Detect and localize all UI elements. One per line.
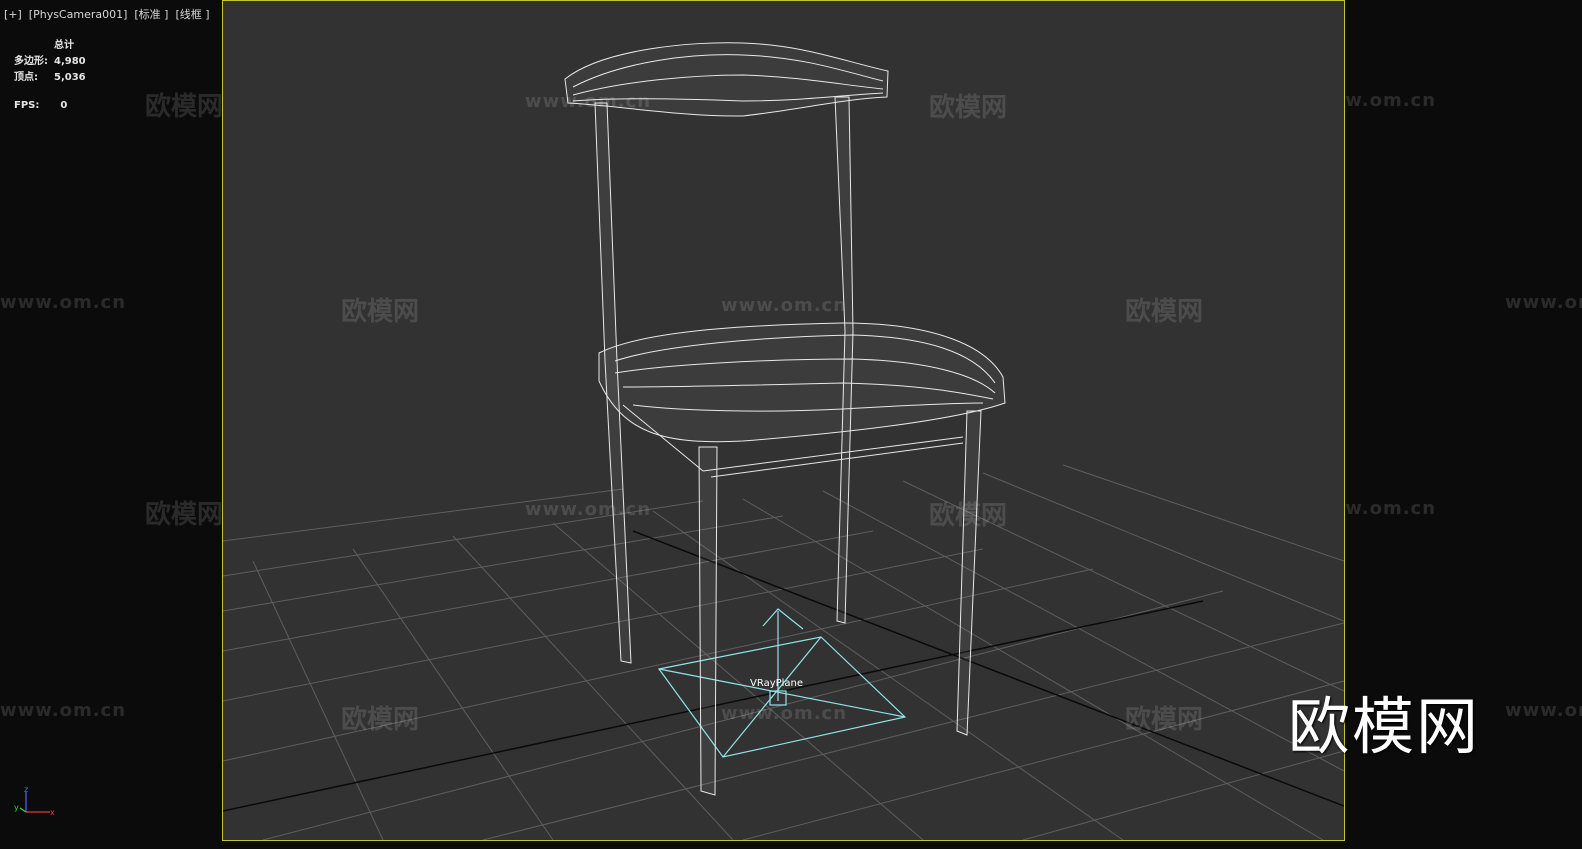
watermark-brand: 欧模网 xyxy=(341,297,420,327)
stats-panel: 总计 多边形: 4,980 顶点: 5,036 xyxy=(14,38,86,86)
watermark-url: www.om.cn xyxy=(525,499,652,520)
watermark-brand: 欧模网 xyxy=(1125,705,1204,735)
watermark-url: www.om.cn xyxy=(0,700,127,721)
watermark-brand: 欧模网 xyxy=(341,705,420,735)
viewport-label[interactable]: [+] [PhysCamera001] [标准 ] [线框 ] xyxy=(4,6,210,22)
stats-label: 多边形: xyxy=(14,56,48,67)
stats-value: 4,980 xyxy=(54,56,86,67)
vrayplane-label: VRayPlane xyxy=(750,678,804,689)
axis-y-label: y xyxy=(14,803,19,812)
stats-header: 总计 xyxy=(54,40,74,51)
watermark-url: www.om.cn xyxy=(721,295,848,316)
watermark-brand: 欧模网 xyxy=(145,92,224,122)
perspective-viewport[interactable]: VRayPlane 欧模网 欧模网 欧模网 欧模网 欧模网 欧模网 www.om… xyxy=(222,0,1345,841)
watermark-brand: 欧模网 xyxy=(145,500,224,530)
stats-value: 5,036 xyxy=(54,72,86,83)
watermark-brand: 欧模网 xyxy=(929,501,1008,531)
ground-grid xyxy=(223,464,1344,840)
watermark-brand: 欧模网 xyxy=(1125,297,1204,327)
axis-gizmo: z x y xyxy=(12,784,62,824)
stats-row-polygons: 多边形: 4,980 xyxy=(14,54,86,70)
brand-logo: 欧模网 xyxy=(1288,690,1481,763)
axis-z-label: z xyxy=(24,785,28,794)
watermark-url: www.om.cn xyxy=(0,292,127,313)
watermark-url: www.om.cn xyxy=(721,703,848,724)
grid-axis-y xyxy=(632,530,1344,807)
fps-label: FPS: xyxy=(14,100,40,111)
fps-value: 0 xyxy=(60,100,68,111)
fps-readout: FPS: 0 xyxy=(14,100,67,111)
axis-x-label: x xyxy=(50,808,55,817)
stats-label: 顶点: xyxy=(14,72,38,83)
watermark-url: www.om.cn xyxy=(1505,700,1582,721)
watermark-url: www.om.cn xyxy=(525,91,652,112)
watermark-brand: 欧模网 xyxy=(929,93,1008,123)
watermark-url: www.om.cn xyxy=(1505,292,1582,313)
stats-row-vertices: 顶点: 5,036 xyxy=(14,70,86,86)
